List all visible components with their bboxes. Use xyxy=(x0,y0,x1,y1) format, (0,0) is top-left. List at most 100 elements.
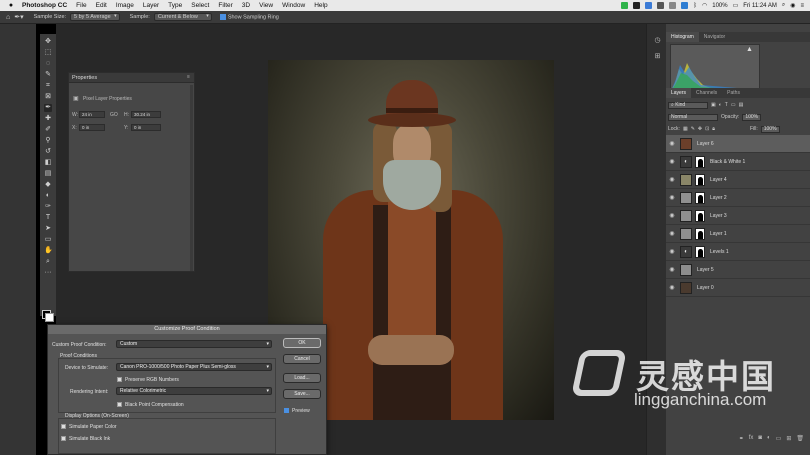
properties-icon[interactable]: ⊞ xyxy=(653,52,662,61)
layer-row[interactable]: ◉ Layer 5 xyxy=(666,261,810,279)
path-select-tool-icon[interactable]: ➤ xyxy=(44,225,52,233)
menu-view[interactable]: View xyxy=(259,2,273,9)
history-brush-tool-icon[interactable]: ↺ xyxy=(44,148,52,156)
tab-channels[interactable]: Channels xyxy=(691,88,722,98)
layer-thumbnail[interactable] xyxy=(680,173,692,186)
properties-scrollbar[interactable] xyxy=(190,85,193,271)
preview-checkbox[interactable] xyxy=(284,408,289,413)
layer-name[interactable]: Layer 4 xyxy=(710,177,727,183)
layer-mask-thumbnail[interactable] xyxy=(695,173,705,186)
width-field[interactable]: 24 in xyxy=(79,111,105,118)
link-label[interactable]: GO xyxy=(110,112,118,118)
background-color-swatch[interactable] xyxy=(45,313,54,322)
menu-edit[interactable]: Edit xyxy=(96,2,107,9)
notification-center-icon[interactable]: ≡ xyxy=(800,3,804,9)
battery-icon[interactable]: ▭ xyxy=(733,2,739,9)
home-icon[interactable]: ⌂ xyxy=(6,14,10,21)
layer-mask-thumbnail[interactable] xyxy=(695,245,705,258)
tab-histogram[interactable]: Histogram xyxy=(666,32,699,42)
menu-image[interactable]: Image xyxy=(116,2,134,9)
visibility-eye-icon[interactable]: ◉ xyxy=(666,248,678,255)
marquee-tool-icon[interactable]: ⬚ xyxy=(44,49,52,57)
lasso-tool-icon[interactable]: ◌ xyxy=(44,60,52,68)
filter-smart-icon[interactable]: ▤ xyxy=(739,102,744,108)
simulate-ink-checkbox[interactable] xyxy=(61,436,66,441)
adjustment-layer-icon[interactable]: ◐ xyxy=(680,245,692,258)
more-tools-icon[interactable]: ··· xyxy=(44,269,52,277)
tray-app-icon[interactable] xyxy=(681,2,689,9)
history-icon[interactable]: ◷ xyxy=(653,36,662,45)
siri-icon[interactable]: ◉ xyxy=(790,2,795,9)
menu-filter[interactable]: Filter xyxy=(218,2,232,9)
menu-type[interactable]: Type xyxy=(168,2,182,9)
visibility-eye-icon[interactable]: ◉ xyxy=(666,176,678,183)
device-select[interactable]: Canon PRO-1000/500 Photo Paper Plus Semi… xyxy=(116,363,272,371)
shape-tool-icon[interactable]: ▭ xyxy=(44,236,52,244)
layer-row[interactable]: ◉ Layer 3 xyxy=(666,207,810,225)
sample-size-select[interactable]: 5 by 5 Average xyxy=(70,13,120,21)
visibility-eye-icon[interactable]: ◉ xyxy=(666,230,678,237)
fill-field[interactable]: 100% xyxy=(760,125,780,133)
menu-3d[interactable]: 3D xyxy=(242,2,250,9)
lock-move-icon[interactable]: ✥ xyxy=(698,126,702,132)
visibility-eye-icon[interactable]: ◉ xyxy=(666,140,678,147)
tray-app-icon[interactable] xyxy=(669,2,677,9)
preserve-rgb-checkbox[interactable] xyxy=(117,377,122,382)
menu-select[interactable]: Select xyxy=(191,2,209,9)
fx-icon[interactable]: fx xyxy=(749,435,754,445)
layer-row[interactable]: ◉ Layer 1 xyxy=(666,225,810,243)
layer-mask-thumbnail[interactable] xyxy=(695,155,705,168)
search-icon[interactable]: ⌕ xyxy=(782,2,785,9)
frame-tool-icon[interactable]: ⊠ xyxy=(44,93,52,101)
filter-pixel-icon[interactable]: ▣ xyxy=(711,102,716,108)
properties-panel[interactable]: Properties ≡ ▣ Pixel Layer Properties W:… xyxy=(68,72,195,272)
filter-shape-icon[interactable]: ▭ xyxy=(731,102,736,108)
filter-kind-select[interactable]: ⌕ Kind xyxy=(668,101,708,109)
adjustment-layer-icon[interactable]: ◐ xyxy=(680,155,692,168)
layer-name[interactable]: Layer 5 xyxy=(697,267,714,273)
height-field[interactable]: 30.24 in xyxy=(131,111,161,118)
layer-row[interactable]: ◉ ◐ Levels 1 xyxy=(666,243,810,261)
clock[interactable]: Fri 11:24 AM xyxy=(743,3,777,9)
type-tool-icon[interactable]: T xyxy=(44,214,52,222)
visibility-eye-icon[interactable]: ◉ xyxy=(666,158,678,165)
layer-name[interactable]: Layer 1 xyxy=(710,231,727,237)
panel-menu-icon[interactable]: ≡ xyxy=(187,74,190,80)
visibility-eye-icon[interactable]: ◉ xyxy=(666,284,678,291)
menu-layer[interactable]: Layer xyxy=(143,2,159,9)
layer-name[interactable]: Layer 3 xyxy=(710,213,727,219)
tab-paths[interactable]: Paths xyxy=(722,88,745,98)
ok-button[interactable]: OK xyxy=(283,338,321,348)
zoom-tool-icon[interactable]: ⌕ xyxy=(44,258,52,266)
eraser-tool-icon[interactable]: ◧ xyxy=(44,159,52,167)
pen-tool-icon[interactable]: ✑ xyxy=(44,203,52,211)
visibility-eye-icon[interactable]: ◉ xyxy=(666,194,678,201)
warning-icon[interactable]: ▲ xyxy=(746,46,753,53)
layer-row[interactable]: ◉ Layer 0 xyxy=(666,279,810,297)
black-point-checkbox[interactable] xyxy=(117,402,122,407)
cancel-button[interactable]: Cancel xyxy=(283,354,321,364)
layer-thumbnail[interactable] xyxy=(680,263,692,276)
blend-mode-select[interactable]: Normal xyxy=(668,113,718,121)
link-layers-icon[interactable]: ⚭ xyxy=(739,435,744,445)
layer-thumbnail[interactable] xyxy=(680,281,692,294)
layer-mask-thumbnail[interactable] xyxy=(695,191,705,204)
dodge-tool-icon[interactable]: ◐ xyxy=(44,192,52,200)
app-menu[interactable]: Photoshop CC xyxy=(22,2,67,9)
bluetooth-icon[interactable]: ᛒ xyxy=(693,3,697,9)
menu-window[interactable]: Window xyxy=(282,2,305,9)
tray-app-icon[interactable] xyxy=(633,2,641,9)
layer-mask-thumbnail[interactable] xyxy=(695,227,705,240)
tray-app-icon[interactable] xyxy=(657,2,665,9)
opacity-field[interactable]: 100% xyxy=(742,113,762,121)
visibility-eye-icon[interactable]: ◉ xyxy=(666,266,678,273)
menu-file[interactable]: File xyxy=(76,2,86,9)
condition-select[interactable]: Custom xyxy=(116,340,272,348)
layer-name[interactable]: Levels 1 xyxy=(710,249,729,255)
brush-tool-icon[interactable]: ✐ xyxy=(44,126,52,134)
layer-mask-thumbnail[interactable] xyxy=(695,209,705,222)
layer-row[interactable]: ◉ Layer 6 xyxy=(666,135,810,153)
adjustment-layer-icon[interactable]: ◐ xyxy=(767,435,771,445)
move-tool-icon[interactable]: ✥ xyxy=(44,38,52,46)
load-button[interactable]: Load... xyxy=(283,373,321,383)
